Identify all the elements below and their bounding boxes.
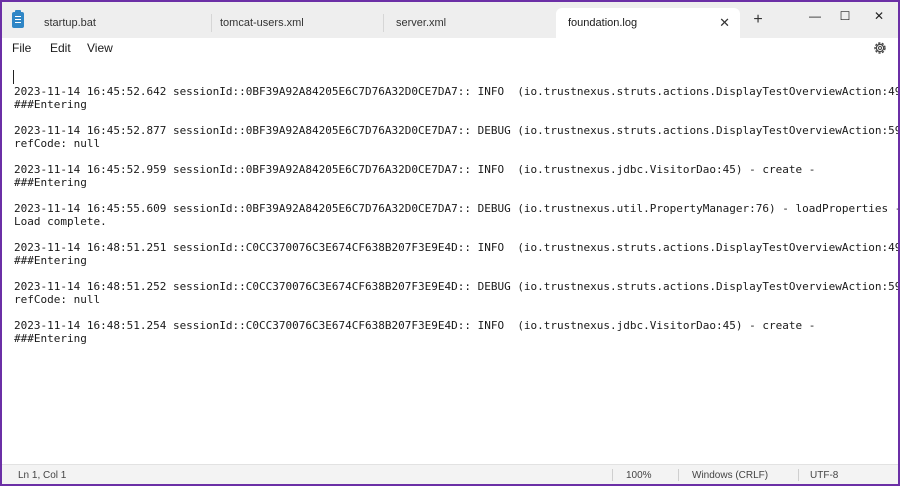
zoom-level[interactable]: 100% [626,470,652,481]
log-line: ###Entering [14,332,87,345]
tab-bar: startup.bat tomcat-users.xml server.xml … [2,2,898,38]
log-line: 2023-11-14 16:45:52.959 sessionId::0BF39… [14,163,816,176]
log-line: refCode: null [14,293,101,306]
log-line: refCode: null [14,137,101,150]
encoding[interactable]: UTF-8 [810,470,838,481]
status-divider [798,469,799,481]
log-line: ###Entering [14,98,87,111]
text-editor-area[interactable]: 2023-11-14 16:45:52.642 sessionId::0BF39… [2,60,898,462]
log-line: 2023-11-14 16:48:51.252 sessionId::C0CC3… [14,280,898,293]
notepad-app-icon [12,10,24,28]
tab-label: server.xml [396,17,447,29]
minimize-button[interactable]: — [800,6,830,26]
settings-gear-icon[interactable] [872,40,888,56]
log-line: 2023-11-14 16:48:51.254 sessionId::C0CC3… [14,319,816,332]
menu-file[interactable]: File [12,41,31,55]
close-tab-icon[interactable]: ✕ [719,8,730,38]
status-divider [612,469,613,481]
tab-tomcat-users-xml[interactable]: tomcat-users.xml [208,14,384,32]
log-line: 2023-11-14 16:45:52.877 sessionId::0BF39… [14,124,898,137]
log-line: ###Entering [14,254,87,267]
text-caret [13,70,14,84]
tab-startup-bat[interactable]: startup.bat [32,14,212,32]
log-line: Load complete. [14,215,107,228]
tab-server-xml[interactable]: server.xml [384,14,560,32]
maximize-button[interactable]: ☐ [830,6,860,26]
status-divider [678,469,679,481]
tab-label: startup.bat [44,17,96,29]
tab-label: tomcat-users.xml [220,17,304,29]
cursor-position: Ln 1, Col 1 [18,470,67,481]
close-window-button[interactable]: ✕ [864,6,894,26]
menu-edit[interactable]: Edit [50,41,71,55]
log-line: 2023-11-14 16:45:55.609 sessionId::0BF39… [14,202,898,215]
log-line: 2023-11-14 16:45:52.642 sessionId::0BF39… [14,85,898,98]
menu-view[interactable]: View [87,41,113,55]
menu-bar: File Edit View [2,38,898,60]
line-ending[interactable]: Windows (CRLF) [692,470,768,481]
tab-label: foundation.log [568,17,638,29]
tab-foundation-log[interactable]: foundation.log ✕ [556,8,740,38]
log-line: ###Entering [14,176,87,189]
log-line: 2023-11-14 16:48:51.251 sessionId::C0CC3… [14,241,898,254]
status-bar: Ln 1, Col 1 100% Windows (CRLF) UTF-8 [2,464,898,484]
notepad-window: startup.bat tomcat-users.xml server.xml … [2,2,898,484]
new-tab-button[interactable]: + [748,11,768,29]
